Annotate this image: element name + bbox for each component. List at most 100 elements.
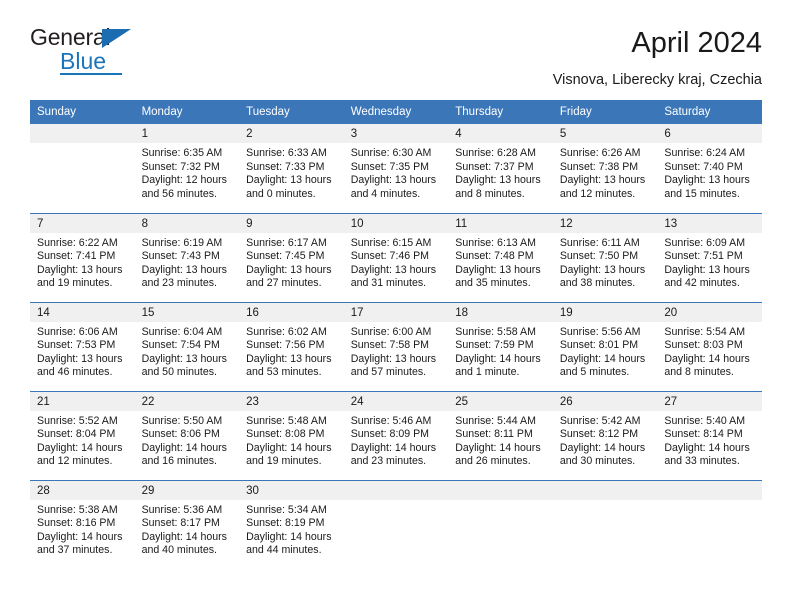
day-cell[interactable]: 7 Sunrise: 6:22 AM Sunset: 7:41 PM Daylight… [30,212,135,302]
sunrise-time: Sunrise: 6:28 AM [455,147,536,159]
sunset-time: Sunset: 8:14 PM [664,428,743,441]
sunrise-time: Sunrise: 6:22 AM [37,236,118,249]
day-cell[interactable]: 10 Sunrise: 6:15 AM Sunset: 7:46 PM Dayligh… [343,212,449,302]
daylight-duration-line2: and 26 minutes. [455,455,531,468]
daylight-duration-line2: and 33 minutes. [664,455,740,468]
sunrise-time: Sunrise: 6:24 AM [664,147,746,159]
daylight-duration-line1: Daylight: 14 hours [455,352,541,365]
day-cell[interactable]: 6 Sunrise: 6:24 AM Sunset: 7:40 PM Daylight… [657,124,762,213]
sunrise-time: Sunrise: 5:42 AM [559,414,641,427]
day-number [552,480,658,500]
day-number: 10 [343,213,449,233]
day-cell[interactable]: 26 Sunrise: 5:42 AM Sunset: 8:12 PM Dayligh… [552,390,658,480]
daylight-duration-line1: Daylight: 14 hours [559,352,646,365]
sunrise-time: Sunrise: 6:09 AM [664,236,746,249]
day-cell[interactable]: 20 Sunrise: 5:54 AM Sunset: 8:03 PM Dayligh… [657,301,762,391]
day-number: 11 [448,213,553,233]
calendar-table: Sunday Monday Tuesday Wednesday Thursday Frid… [30,100,762,569]
day-cell-empty [448,479,553,569]
sunset-time: Sunset: 7:43 PM [141,250,220,263]
day-cell[interactable]: 5 Sunrise: 6:26 AM Sunset: 7:38 PM Daylight… [552,124,658,213]
day-number: 18 [448,302,553,322]
day-cell[interactable]: 21 Sunrise: 5:52 AM Sunset: 8:04 PM Dayligh… [30,390,135,480]
day-number: 17 [343,302,449,322]
daylight-duration-line2: and 15 minutes. [664,187,740,200]
day-cell[interactable]: 22 Sunrise: 5:50 AM Sunset: 8:06 PM Dayligh… [134,390,240,480]
day-details: Sunrise: 6:13 AM Sunset: 7:48 PM Daylight:… [448,233,553,291]
day-cell[interactable]: 8 Sunrise: 6:19 AM Sunset: 7:43 PM Daylight… [134,212,240,302]
daylight-duration-line1: Daylight: 14 hours [37,441,123,454]
daylight-duration-line1: Daylight: 12 hours [141,174,227,187]
day-cell[interactable]: 27 Sunrise: 5:40 AM Sunset: 8:14 PM Dayligh… [657,390,762,480]
sunset-time: Sunset: 7:53 PM [37,339,116,352]
day-cell[interactable]: 4 Sunrise: 6:28 AM Sunset: 7:37 PM Daylight… [448,124,553,213]
page-title: April 2024 [631,27,762,59]
daylight-duration-line2: and 40 minutes. [141,544,217,557]
day-cell[interactable]: 16 Sunrise: 6:02 AM Sunset: 7:56 PM Dayligh… [239,301,344,391]
daylight-duration-line2: and 16 minutes. [141,455,217,468]
sunset-time: Sunset: 7:54 PM [141,339,220,352]
day-cell[interactable]: 19 Sunrise: 5:56 AM Sunset: 8:01 PM Dayligh… [552,301,658,391]
day-details: Sunrise: 5:40 AM Sunset: 8:14 PM Daylight:… [657,411,762,469]
day-cell[interactable]: 30 Sunrise: 5:34 AM Sunset: 8:19 PM Dayligh… [239,479,344,569]
day-cell[interactable]: 13 Sunrise: 6:09 AM Sunset: 7:51 PM Dayligh… [657,212,762,302]
day-cell[interactable]: 28 Sunrise: 5:38 AM Sunset: 8:16 PM Dayligh… [30,479,135,569]
day-details: Sunrise: 5:38 AM Sunset: 8:16 PM Daylight:… [30,500,135,558]
sunrise-time: Sunrise: 6:15 AM [350,236,432,249]
sunrise-time: Sunrise: 5:36 AM [141,503,223,516]
day-details: Sunrise: 5:42 AM Sunset: 8:12 PM Daylight:… [553,411,658,469]
sunset-time: Sunset: 8:01 PM [559,339,639,352]
daylight-duration-line2: and 8 minutes. [664,366,734,379]
day-details: Sunrise: 5:56 AM Sunset: 8:01 PM Daylight:… [553,322,658,380]
daylight-duration-line2: and 31 minutes. [350,277,427,290]
weekday-header-sunday: Sunday [30,100,135,124]
sunset-time: Sunset: 7:58 PM [350,339,430,352]
day-cell[interactable]: 3 Sunrise: 6:30 AM Sunset: 7:35 PM Daylight… [343,124,449,213]
day-details: Sunrise: 5:50 AM Sunset: 8:06 PM Daylight:… [135,411,240,469]
sunrise-time: Sunrise: 5:34 AM [246,503,327,516]
sunset-time: Sunset: 7:32 PM [141,160,220,173]
day-cell[interactable]: 12 Sunrise: 6:11 AM Sunset: 7:50 PM Dayligh… [552,212,658,302]
day-number: 19 [552,302,658,322]
day-cell[interactable]: 23 Sunrise: 5:48 AM Sunset: 8:08 PM Dayligh… [239,390,344,480]
day-cell[interactable]: 2 Sunrise: 6:33 AM Sunset: 7:33 PM Daylight… [239,124,344,213]
daylight-duration-line1: Daylight: 13 hours [246,263,332,276]
day-details: Sunrise: 5:36 AM Sunset: 8:17 PM Daylight:… [135,500,240,558]
day-cell[interactable]: 9 Sunrise: 6:17 AM Sunset: 7:45 PM Daylight… [239,212,344,302]
day-cell[interactable]: 1 Sunrise: 6:35 AM Sunset: 7:32 PM Daylight… [134,124,240,213]
sunrise-time: Sunrise: 5:46 AM [350,414,432,427]
calendar-page: General Blue April 2024 Visnova, Liberec… [0,0,792,612]
weekday-header-thursday: Thursday [448,100,553,124]
calendar-body: 1 Sunrise: 6:35 AM Sunset: 7:32 PM Daylight… [30,124,762,569]
daylight-duration-line2: and 8 minutes. [455,187,525,200]
day-cell[interactable]: 14 Sunrise: 6:06 AM Sunset: 7:53 PM Dayligh… [30,301,135,391]
daylight-duration-line1: Daylight: 14 hours [141,441,227,454]
day-details: Sunrise: 6:06 AM Sunset: 7:53 PM Daylight:… [30,322,135,380]
day-cell[interactable]: 15 Sunrise: 6:04 AM Sunset: 7:54 PM Dayligh… [134,301,240,391]
daylight-duration-line2: and 30 minutes. [559,455,636,468]
weekday-header-tuesday: Tuesday [239,100,344,124]
day-cell[interactable]: 24 Sunrise: 5:46 AM Sunset: 8:09 PM Dayligh… [343,390,449,480]
sunset-time: Sunset: 8:03 PM [664,339,743,352]
daylight-duration-line2: and 57 minutes. [350,366,427,379]
sunset-time: Sunset: 8:06 PM [141,428,220,441]
general-blue-logo[interactable]: General Blue [30,26,160,78]
day-number: 5 [552,124,658,143]
day-number: 30 [239,480,344,500]
day-number: 6 [657,124,762,143]
sunrise-time: Sunrise: 6:00 AM [350,325,432,338]
daylight-duration-line1: Daylight: 14 hours [455,441,541,454]
day-cell[interactable]: 17 Sunrise: 6:00 AM Sunset: 7:58 PM Dayligh… [343,301,449,391]
day-number: 7 [30,213,135,233]
day-cell[interactable]: 25 Sunrise: 5:44 AM Sunset: 8:11 PM Dayligh… [448,390,553,480]
day-cell[interactable]: 29 Sunrise: 5:36 AM Sunset: 8:17 PM Dayligh… [134,479,240,569]
day-details: Sunrise: 5:44 AM Sunset: 8:11 PM Daylight:… [448,411,553,469]
day-cell[interactable]: 11 Sunrise: 6:13 AM Sunset: 7:48 PM Dayligh… [448,212,553,302]
daylight-duration-line1: Daylight: 14 hours [246,441,332,454]
day-cell[interactable]: 18 Sunrise: 5:58 AM Sunset: 7:59 PM Dayligh… [448,301,553,391]
sunrise-time: Sunrise: 5:50 AM [141,414,223,427]
daylight-duration-line2: and 0 minutes. [246,187,316,200]
day-number: 15 [134,302,240,322]
weekday-header-monday: Monday [134,100,240,124]
sunrise-time: Sunrise: 6:35 AM [141,147,223,159]
